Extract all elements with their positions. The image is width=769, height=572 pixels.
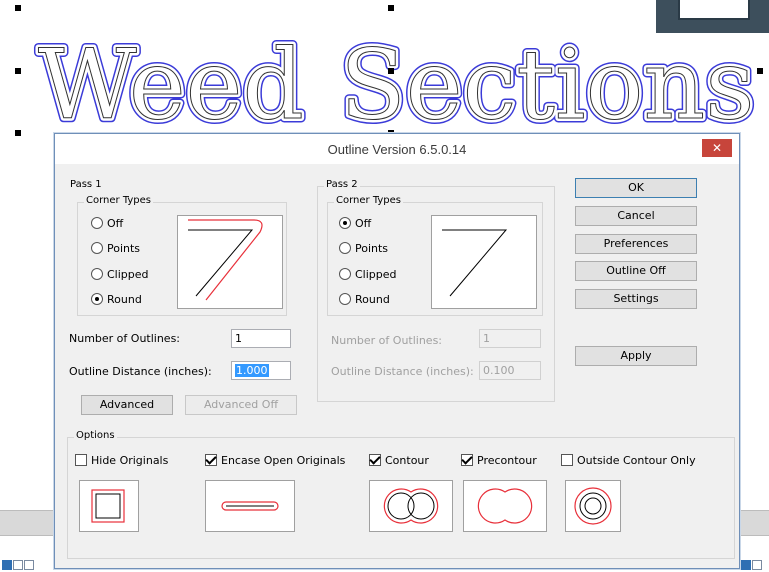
selection-handle[interactable]: [15, 5, 21, 11]
art-text-sections-core: Sections: [340, 29, 755, 141]
hide-originals-checkbox[interactable]: Hide Originals: [75, 454, 168, 467]
radio-label: Round: [355, 293, 390, 306]
hide-originals-preview: [79, 480, 139, 532]
pass2-number-label: Number of Outlines:: [331, 334, 443, 347]
pass2-number-input[interactable]: 1: [479, 329, 541, 348]
radio-indicator: [91, 242, 103, 254]
selection-handle[interactable]: [757, 68, 763, 74]
pass1-corner-legend: Corner Types: [84, 195, 153, 206]
selection-handle[interactable]: [388, 5, 394, 11]
advanced-off-button[interactable]: Advanced Off: [185, 395, 297, 415]
pass2-radio-off[interactable]: Off: [339, 217, 371, 230]
checkbox-indicator: [205, 454, 217, 466]
pass2-corner-legend: Corner Types: [334, 195, 403, 206]
radio-indicator: [339, 242, 351, 254]
selected-text: 1.000: [235, 364, 269, 377]
contour-preview: [369, 480, 453, 532]
pass1-corner-preview: [177, 215, 283, 309]
close-button[interactable]: ✕: [702, 139, 732, 157]
window-thumbnail: [656, 0, 769, 33]
status-icon: [13, 560, 23, 570]
corner-preview-graphic: [442, 229, 508, 297]
radio-indicator: [339, 293, 351, 305]
left-toolbar-strip: [0, 510, 54, 536]
radio-label: Round: [107, 293, 142, 306]
radio-label: Points: [107, 242, 141, 255]
cancel-button[interactable]: Cancel: [575, 206, 697, 226]
pass1-legend: Pass 1: [68, 179, 104, 190]
pass2-radio-clipped[interactable]: Clipped: [339, 268, 397, 281]
checkbox-indicator: [75, 454, 87, 466]
options-legend: Options: [74, 430, 117, 441]
corner-preview-graphic: [188, 219, 263, 301]
contour-checkbox[interactable]: Contour: [369, 454, 429, 467]
pass2-legend: Pass 2: [324, 179, 360, 190]
pass1-radio-clipped[interactable]: Clipped: [91, 268, 149, 281]
pass1-radio-round[interactable]: Round: [91, 293, 142, 306]
ok-button[interactable]: OK: [575, 178, 697, 198]
pass2-radio-points[interactable]: Points: [339, 242, 388, 255]
outline-dialog: Outline Version 6.5.0.14 ✕ Pass 1 Corner…: [54, 133, 740, 569]
checkbox-indicator: [369, 454, 381, 466]
outside-contour-preview: [565, 480, 621, 532]
pass1-number-label: Number of Outlines:: [69, 332, 181, 345]
radio-label: Off: [355, 217, 372, 230]
radio-indicator: [91, 268, 103, 280]
advanced-button[interactable]: Advanced: [81, 395, 173, 415]
checkbox-label: Outside Contour Only: [577, 454, 696, 467]
radio-label: Clipped: [107, 268, 149, 281]
precontour-checkbox[interactable]: Precontour: [461, 454, 537, 467]
preferences-button[interactable]: Preferences: [575, 234, 697, 254]
pass1-distance-label: Outline Distance (inches):: [69, 365, 212, 378]
pass1-radio-off[interactable]: Off: [91, 217, 123, 230]
checkbox-label: Encase Open Originals: [221, 454, 346, 467]
pass2-distance-label: Outline Distance (inches):: [331, 365, 474, 378]
radio-indicator: [339, 268, 351, 280]
dialog-titlebar[interactable]: Outline Version 6.5.0.14 ✕: [55, 134, 739, 164]
right-toolbar-strip: [739, 510, 769, 536]
pass2-corner-preview: [431, 215, 537, 309]
checkbox-indicator: [461, 454, 473, 466]
settings-button[interactable]: Settings: [575, 289, 697, 309]
radio-label: Clipped: [355, 268, 397, 281]
selection-handle[interactable]: [15, 130, 21, 136]
status-icon: [24, 560, 34, 570]
encase-open-preview: [205, 480, 295, 532]
checkbox-indicator: [561, 454, 573, 466]
outside-contour-only-checkbox[interactable]: Outside Contour Only: [561, 454, 696, 467]
selection-handle[interactable]: [15, 68, 21, 74]
outline-off-button[interactable]: Outline Off: [575, 261, 697, 281]
status-icon: [2, 560, 12, 570]
radio-label: Points: [355, 242, 389, 255]
pass1-distance-input[interactable]: 1.000: [231, 361, 291, 380]
pass1-radio-points[interactable]: Points: [91, 242, 140, 255]
radio-indicator: [91, 293, 103, 305]
dialog-title: Outline Version 6.5.0.14: [327, 142, 467, 157]
radio-indicator: [91, 217, 103, 229]
checkbox-label: Precontour: [477, 454, 537, 467]
selection-handle[interactable]: [388, 68, 394, 74]
pass2-distance-input[interactable]: 0.100: [479, 361, 541, 380]
status-icon: [741, 560, 751, 570]
checkbox-label: Hide Originals: [91, 454, 169, 467]
precontour-preview: [463, 480, 547, 532]
art-text-weed-core: Weed: [38, 29, 304, 141]
pass1-number-input[interactable]: 1: [231, 329, 291, 348]
apply-button[interactable]: Apply: [575, 346, 697, 366]
encase-open-originals-checkbox[interactable]: Encase Open Originals: [205, 454, 345, 467]
radio-indicator: [339, 217, 351, 229]
radio-label: Off: [107, 217, 124, 230]
pass2-radio-round[interactable]: Round: [339, 293, 390, 306]
checkbox-label: Contour: [385, 454, 429, 467]
status-icon: [752, 560, 762, 570]
